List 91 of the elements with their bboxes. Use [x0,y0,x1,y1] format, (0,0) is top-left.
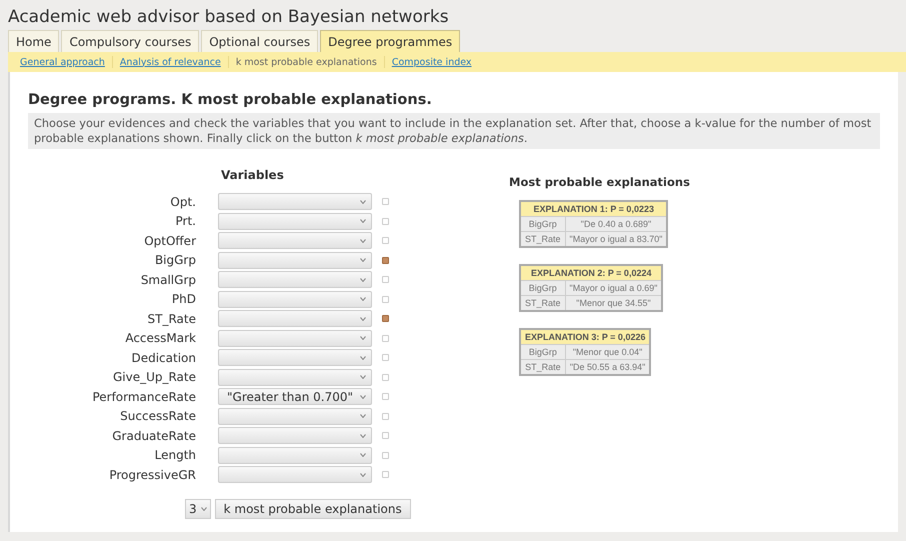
variable-label: BigGrp [154,253,197,268]
value-dropdown[interactable]: "Greater than 0.700" [218,388,372,406]
table-cell: "Mayor o igual a 0.69" [565,280,662,296]
value-dropdown[interactable] [218,466,372,484]
variable-label: Dedication [130,350,197,365]
caret-icon [360,414,366,418]
variable-label: ProgressiveGR [108,468,197,482]
table-cell: ST_Rate [520,296,566,311]
caret-icon [200,506,207,510]
subnav-link[interactable]: Analysis of relevance [120,56,221,68]
value-dropdown[interactable] [218,427,372,444]
variable-label: PhD [170,292,197,306]
caret-icon [360,375,366,380]
value-dropdown[interactable] [218,368,372,386]
variable-label: SmallGrp [140,272,197,287]
variable-label: AccessMark [124,331,197,346]
checkbox[interactable] [382,393,389,400]
explanation-title: EXPLANATION 1: P = 0,0223 [520,201,668,216]
table-cell: "Menor que 34.55" [565,296,662,311]
value-dropdown[interactable] [218,310,372,328]
checkbox[interactable] [382,432,389,440]
variable-label: Length [154,448,197,462]
explanation-title: EXPLANATION 3: P = 0,0226 [520,329,650,344]
checkbox[interactable] [382,198,389,206]
caret-icon [360,453,366,458]
caret-icon [360,278,366,282]
value-dropdown[interactable] [218,193,372,210]
checkbox[interactable] [382,452,389,459]
caret-icon [360,200,366,204]
variable-label: SuccessRate [119,409,197,424]
caret-icon [360,434,366,438]
caret-icon [360,316,366,321]
checkbox[interactable] [382,296,389,303]
table-cell: ST_Rate [520,232,566,247]
checkbox[interactable] [382,354,389,362]
caret-icon [360,336,366,340]
table-cell: BigGrp [520,280,566,296]
table-cell: "Mayor o igual a 83.70" [565,232,668,247]
checkbox[interactable] [382,218,389,225]
k-dropdown[interactable]: 3 [185,498,211,518]
checkbox[interactable] [382,412,389,420]
subnav-current[interactable]: k most probable explanations [236,56,377,68]
tab[interactable]: Optional courses [201,30,318,52]
caret-icon [360,394,366,399]
value-dropdown[interactable] [218,349,372,366]
value-dropdown[interactable] [218,232,372,250]
tab[interactable]: Compulsory courses [61,30,200,52]
checkbox[interactable] [382,237,389,244]
table-cell: "De 50.55 a 63.94" [565,360,650,375]
variable-label: PerformanceRate [91,390,197,404]
submit-button[interactable]: k most probable explanations [214,498,411,518]
variable-label: Prt. [174,214,197,228]
checkbox[interactable] [382,471,389,478]
tab[interactable]: Degree programmes [320,30,460,52]
app-title: Academic web advisor based on Bayesian networks [8,6,450,29]
checkbox[interactable] [382,276,389,284]
subnav-link[interactable]: Composite index [392,56,472,68]
caret-icon [360,297,366,302]
table-cell: "Menor que 0.04" [565,344,650,360]
tab[interactable]: Home [8,30,60,52]
checkbox[interactable] [382,256,389,264]
explanations-title: Most probable explanations [509,175,690,189]
table-cell: ST_Rate [520,360,566,375]
table-cell: BigGrp [520,344,566,360]
table-cell: BigGrp [520,216,566,232]
value-dropdown[interactable] [218,252,372,269]
variable-label: Opt. [169,194,197,209]
caret-icon [360,238,366,243]
description: Choose your evidences and check the variables that you want to include in the explanation set. After that, choose a k-value for the number of most probable explanations shown. Finally click on the button k most probable explanations. [28,113,880,149]
page-heading: Degree programs. K most probable explanations. [28,92,433,108]
value-dropdown[interactable] [218,212,372,230]
value-dropdown[interactable] [218,330,372,347]
caret-icon [360,258,366,262]
caret-icon [360,472,366,477]
checkbox[interactable] [382,315,389,322]
variable-label: GraduateRate [111,428,197,443]
caret-icon [360,356,366,360]
value-dropdown[interactable] [218,446,372,464]
checkbox[interactable] [382,374,389,381]
subnav-link[interactable]: General approach [20,56,105,68]
variables-header: Variables [221,168,285,182]
caret-icon [360,219,366,224]
variable-label: ST_Rate [146,312,197,326]
variable-label: Give_Up_Rate [112,370,197,384]
value-dropdown[interactable] [218,271,372,288]
value-dropdown[interactable] [218,290,372,308]
table-cell: "De 0.40 a 0.689" [565,216,668,232]
variable-label: OptOffer [143,234,197,248]
explanation-title: EXPLANATION 2: P = 0,0224 [520,265,662,280]
value-dropdown[interactable] [218,408,372,425]
checkbox[interactable] [382,334,389,342]
